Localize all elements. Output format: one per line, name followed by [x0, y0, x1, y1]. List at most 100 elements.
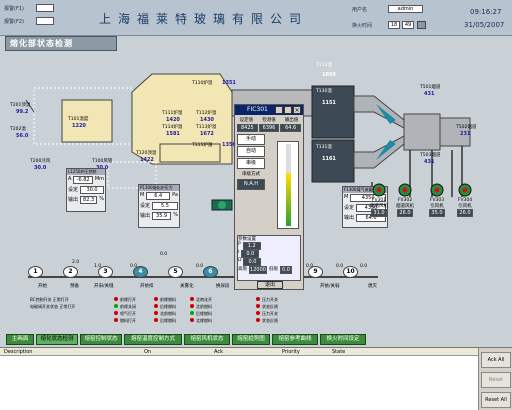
t100-label: T100风管	[92, 159, 113, 164]
panel-left-unit: Mm	[94, 176, 104, 182]
head-pv: 检测值	[262, 118, 276, 123]
col-priority[interactable]: Priority	[282, 348, 300, 356]
params-panel: 参数设置 P 1.2 I 0.0 D 0.0 高限 12000 低限 0.0	[237, 235, 301, 281]
t132-value: 1058	[322, 72, 336, 78]
panel-left-val: 30.0	[80, 186, 104, 194]
panel-left-key: A	[68, 176, 72, 182]
step-time: 0.0	[196, 264, 204, 269]
fan-fv303[interactable]: FV303 引风机 35.0	[424, 198, 450, 217]
status-item: 前缘打开	[114, 296, 136, 303]
fic301-dialog[interactable]: FIC301 × 设定值 检测值 输出值 8425 6396 64.6 手动 自动 …	[234, 104, 304, 290]
col-ack[interactable]: Ack	[214, 348, 223, 356]
status-dot	[190, 304, 194, 308]
step-5[interactable]: 5	[168, 266, 183, 278]
step-time: 0.0	[336, 264, 344, 269]
shift-set-button[interactable]	[417, 21, 426, 29]
minimize-icon[interactable]	[275, 106, 283, 114]
alarm-f1-label: 报警(F1)	[4, 6, 24, 12]
t110-value: 1351	[222, 80, 236, 86]
fan-value: 26.0	[457, 209, 473, 217]
sp-value[interactable]: 8425	[237, 124, 258, 132]
nav-tabs: 主画面 熔化状态检测 熔窑控制状态 熔窑温度控制方式 熔窑风机状态 熔窑趋势图 …	[6, 334, 366, 345]
panel-mid-row: 输出 35.9%	[139, 211, 179, 221]
panel-mid-row: 设定 5.5	[139, 201, 179, 211]
t110-label: T110炉温	[192, 81, 213, 86]
reset-button[interactable]: Reset	[481, 372, 511, 388]
mode-value: N.A.H	[237, 179, 265, 190]
shift-min[interactable]: 49	[402, 21, 414, 29]
head-out: 输出值	[284, 118, 299, 123]
status-dot	[154, 318, 158, 322]
shift-hour[interactable]: 18	[388, 21, 400, 29]
mode-cascade[interactable]: 串级	[237, 158, 265, 169]
ack-all-button[interactable]: Ack All	[481, 352, 511, 368]
t131-label: T131温	[316, 145, 332, 150]
status-label: 北缘燃料	[196, 318, 212, 323]
tab-shift-time[interactable]: 换火时间设定	[320, 334, 366, 345]
fan-icon	[398, 183, 412, 197]
panel-left-val: -6.82	[73, 176, 93, 184]
t101-value: 1220	[72, 123, 86, 129]
alarm-f1-field[interactable]	[36, 4, 54, 12]
col-state[interactable]: State	[332, 348, 345, 356]
fan-fv304[interactable]: FV304 引风机 26.0	[452, 198, 478, 217]
t101-label: T101温度	[68, 117, 89, 122]
status-label: 北前燃料	[160, 311, 176, 316]
panel-mid-row: M 6.4 Pa	[139, 191, 179, 201]
step-6[interactable]: 6	[203, 266, 218, 278]
col-description[interactable]: Description	[4, 348, 32, 356]
close-button[interactable]: 退出	[257, 281, 283, 289]
status-item: 北前燃料	[190, 303, 212, 310]
step-label: 熄灭	[368, 284, 377, 289]
step-10[interactable]: 10	[343, 266, 358, 278]
tab-temp-mode[interactable]: 熔窑温度控制方式	[124, 334, 182, 345]
panel-mid[interactable]: P1300熔化炉压力 M 6.4 Pa 设定 5.5 输出 35.9%	[138, 184, 180, 228]
out-value[interactable]: 64.6	[280, 124, 302, 132]
fan-label: 烟道风机	[370, 204, 388, 209]
close-icon[interactable]: ×	[293, 106, 301, 114]
param-val[interactable]: 1.2	[242, 242, 261, 250]
page-title: 上海福莱特玻璃有限公司	[99, 12, 309, 26]
tab-melt-status[interactable]: 熔化状态检测	[36, 334, 78, 345]
step-label: 换尿段	[216, 284, 230, 289]
col-on[interactable]: On	[144, 348, 151, 356]
status-dot	[256, 311, 260, 315]
panel-left[interactable]: L1250炉压控制 A -6.82 Mm 设定 30.0 输出 82.3%	[66, 168, 106, 212]
status-label: 状态反馈	[262, 318, 278, 323]
mode-auto[interactable]: 自动	[237, 146, 265, 157]
fan-label: 烟道风机	[396, 204, 414, 209]
status-item: 状态反馈	[256, 303, 278, 310]
t113-value: 1672	[200, 131, 214, 137]
param-key: 低限	[269, 267, 278, 272]
tab-main[interactable]: 主画面	[6, 334, 34, 345]
fan-icon	[430, 183, 444, 197]
status-state: 正常打开	[52, 297, 69, 302]
dialog-head: 设定值 检测值 输出值	[235, 117, 303, 123]
step-2[interactable]: 2	[63, 266, 78, 278]
param-val[interactable]: 0.0	[280, 266, 292, 274]
fan-fv301[interactable]: FV301 烟道风机 31.0	[366, 198, 392, 217]
status-item: 燃料打开	[114, 317, 136, 324]
restore-icon[interactable]	[284, 106, 292, 114]
step-1[interactable]: 1	[28, 266, 43, 278]
t112-value: 1430	[200, 117, 214, 123]
reset-all-button[interactable]: Reset All	[481, 392, 511, 408]
fan-fv302[interactable]: FV302 烟道风机 26.0	[392, 198, 418, 217]
t502-label: T502烟道	[456, 125, 477, 130]
alarm-f2-field[interactable]	[36, 17, 54, 25]
tab-control-status[interactable]: 熔窑控制状态	[80, 334, 122, 345]
t111-value: 1420	[166, 117, 180, 123]
tab-ref-curve[interactable]: 熔窑参考曲线	[272, 334, 318, 345]
param-val[interactable]: 0.0	[243, 258, 262, 266]
step-time: 0.0	[130, 264, 138, 269]
shift-label: 换火时间	[352, 23, 373, 29]
param-val[interactable]: 0.0	[241, 250, 260, 258]
mode-manual[interactable]: 手动	[237, 134, 265, 145]
user-field[interactable]: admin	[388, 5, 423, 13]
tab-fan-status[interactable]: 熔窑风机状态	[184, 334, 230, 345]
panel-left-row: 输出 82.3%	[67, 195, 105, 205]
step-label: 开依/关弱	[320, 284, 340, 289]
tab-trend[interactable]: 熔窑趋势图	[232, 334, 270, 345]
step-label: 开始	[38, 284, 47, 289]
param-val[interactable]: 12000	[249, 266, 267, 274]
